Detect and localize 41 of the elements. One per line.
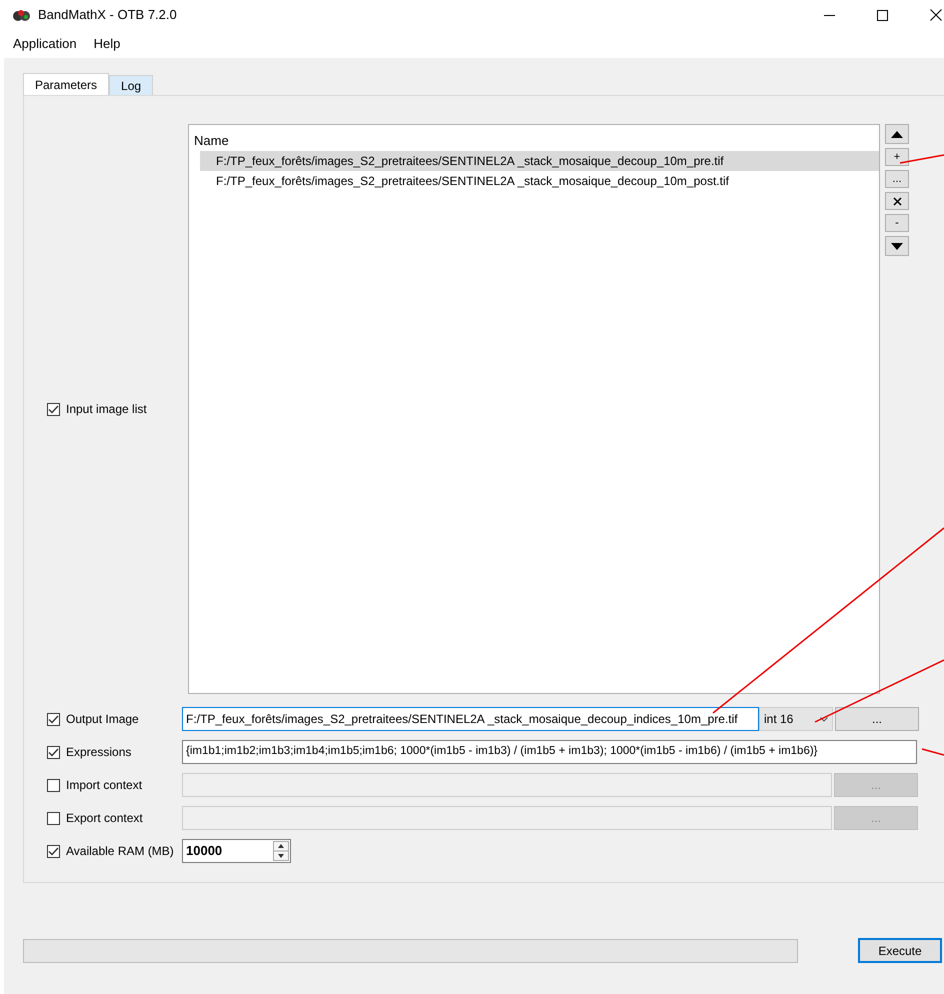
close-icon[interactable] bbox=[930, 9, 944, 21]
ram-spinbox[interactable]: 10000 bbox=[182, 839, 291, 863]
checkbox[interactable] bbox=[47, 712, 60, 726]
browse-button[interactable]: ... bbox=[835, 707, 919, 731]
app-logo-icon bbox=[12, 8, 32, 22]
triangle-up-icon bbox=[891, 130, 903, 138]
checkbox[interactable] bbox=[47, 844, 60, 858]
checkbox[interactable] bbox=[47, 746, 60, 758]
menu-item[interactable]: Help bbox=[94, 34, 120, 54]
checkbox[interactable] bbox=[47, 402, 60, 416]
field-label: Import context bbox=[66, 777, 142, 794]
field-label: Expressions bbox=[66, 744, 132, 761]
tab[interactable]: Log bbox=[109, 75, 154, 95]
file-path-field[interactable]: F:/TP_feux_forêts/images_S2_pretraitees/SENTINEL2A _stack_mosaique_decoup_indices_10m_pre.tif bbox=[182, 707, 759, 731]
list-button[interactable]: + bbox=[885, 148, 909, 166]
move-down-button[interactable] bbox=[885, 236, 909, 256]
list-button[interactable]: - bbox=[885, 214, 909, 232]
clear-button[interactable] bbox=[885, 192, 909, 210]
tab[interactable]: Parameters bbox=[23, 73, 110, 95]
type-dropdown[interactable]: int 16 bbox=[759, 707, 833, 731]
menu-item[interactable]: Application bbox=[13, 34, 77, 54]
expression-field[interactable]: {im1b1;im1b2;im1b3;im1b4;im1b5;im1b6; 1000*(im1b5 - im1b3) / (im1b5 + im1b3); 1000*(im1b5 - im1b6) / (im1b5 + im1b6)} bbox=[182, 740, 917, 764]
execute-button[interactable]: Execute bbox=[858, 938, 942, 963]
field-label: Available RAM (MB) bbox=[66, 843, 174, 860]
chevron-down-icon bbox=[820, 716, 828, 722]
field-label: Output Image bbox=[66, 711, 139, 728]
list-item[interactable]: F:/TP_feux_forêts/images_S2_pretraitees/SENTINEL2A _stack_mosaique_decoup_10m_pre.tif bbox=[200, 151, 879, 171]
spin-arrows-icon[interactable] bbox=[273, 841, 289, 861]
annotation-line bbox=[900, 154, 944, 164]
list-item[interactable]: F:/TP_feux_forêts/images_S2_pretraitees/SENTINEL2A _stack_mosaique_decoup_10m_post.tif bbox=[200, 171, 879, 191]
annotation-line bbox=[922, 748, 944, 756]
minimize-icon[interactable] bbox=[824, 14, 835, 16]
field-label: Input image list bbox=[66, 401, 147, 418]
list-button[interactable]: ... bbox=[885, 170, 909, 188]
field-label: Export context bbox=[66, 810, 143, 827]
column-header: Name bbox=[193, 132, 230, 150]
close-icon bbox=[892, 196, 902, 206]
window-title: BandMathX - OTB 7.2.0 bbox=[38, 6, 177, 24]
triangle-down-icon bbox=[891, 242, 903, 250]
maximize-icon[interactable] bbox=[877, 10, 888, 20]
move-up-button[interactable] bbox=[885, 124, 909, 144]
